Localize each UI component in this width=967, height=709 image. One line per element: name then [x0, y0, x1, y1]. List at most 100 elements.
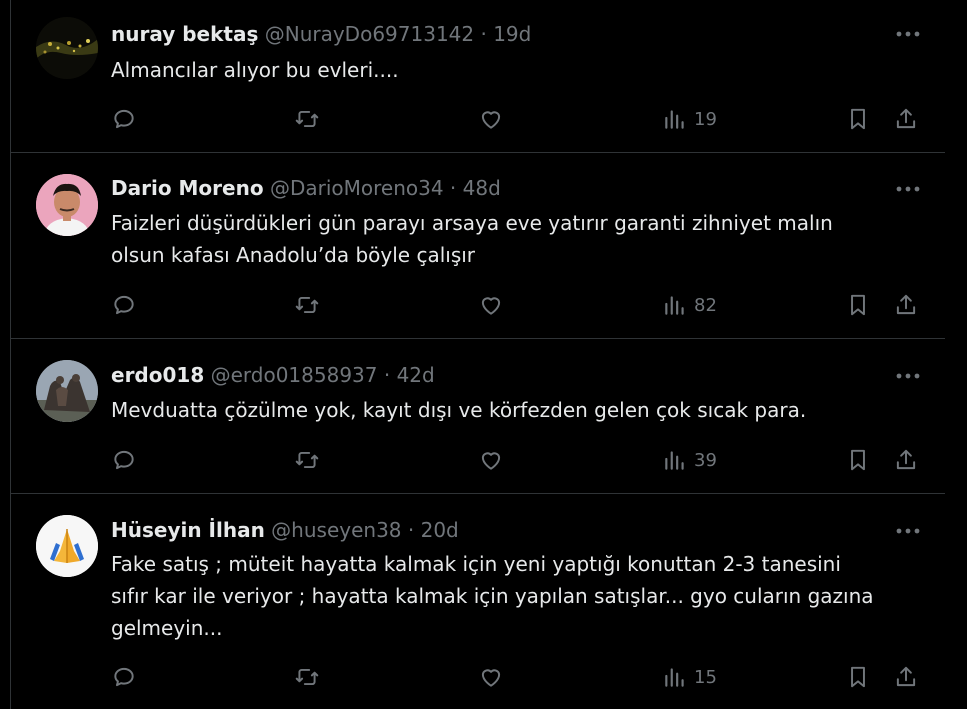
post[interactable]: erdo018 @erdo01858937 · 42d Mevduatta çö… — [11, 339, 946, 494]
reply-button[interactable] — [111, 290, 137, 320]
post-header: erdo018 @erdo01858937 · 42d — [111, 362, 435, 388]
post[interactable]: nuray bektaş @NurayDo69713142 · 19d Alma… — [11, 0, 946, 153]
separator: · — [449, 176, 457, 200]
share-icon — [896, 108, 916, 129]
views-count: 19 — [694, 108, 717, 130]
share-icon — [896, 449, 916, 470]
views-button[interactable]: 15 — [662, 662, 717, 692]
repost-icon — [295, 110, 319, 128]
reply-icon — [114, 295, 134, 315]
views-count: 15 — [694, 666, 717, 688]
display-name[interactable]: Dario Moreno — [111, 176, 264, 200]
views-icon — [665, 668, 684, 687]
action-bar: 82 — [11, 290, 946, 320]
share-button[interactable] — [893, 445, 919, 475]
avatar[interactable] — [36, 174, 98, 236]
display-name[interactable]: erdo018 — [111, 363, 204, 387]
action-bar: 19 — [11, 104, 946, 134]
bookmark-icon — [851, 108, 865, 130]
repost-button[interactable] — [294, 104, 320, 134]
repost-icon — [295, 296, 319, 314]
handle[interactable]: @huseyen38 — [271, 518, 401, 542]
repost-button[interactable] — [294, 445, 320, 475]
post[interactable]: Dario Moreno @DarioMoreno34 · 48d Faizle… — [11, 153, 946, 339]
bookmark-icon — [851, 449, 865, 471]
repost-button[interactable] — [294, 662, 320, 692]
action-bar: 39 — [11, 445, 946, 475]
avatar[interactable] — [36, 17, 98, 79]
separator: · — [383, 363, 391, 387]
more-icon — [896, 528, 920, 534]
post-header: Hüseyin İlhan @huseyen38 · 20d — [111, 517, 459, 543]
views-icon — [665, 110, 684, 129]
bookmark-icon — [851, 666, 865, 688]
like-icon — [481, 297, 501, 315]
share-icon — [896, 294, 916, 315]
separator: · — [480, 22, 487, 46]
like-button[interactable] — [478, 662, 504, 692]
share-button[interactable] — [893, 290, 919, 320]
more-button[interactable] — [894, 521, 922, 541]
display-name[interactable]: nuray bektaş — [111, 22, 258, 46]
more-icon — [896, 31, 920, 37]
avatar[interactable] — [36, 515, 98, 577]
views-icon — [665, 451, 684, 470]
avatar[interactable] — [36, 360, 98, 422]
share-icon — [896, 666, 916, 687]
views-icon — [665, 296, 684, 315]
avatar-image — [36, 174, 98, 236]
repost-button[interactable] — [294, 290, 320, 320]
like-button[interactable] — [478, 445, 504, 475]
post-text: Mevduatta çözülme yok, kayıt dışı ve kör… — [111, 398, 807, 422]
like-icon — [481, 111, 501, 129]
bookmark-button[interactable] — [845, 445, 871, 475]
reply-button[interactable] — [111, 104, 137, 134]
reply-button[interactable] — [111, 445, 137, 475]
more-icon — [896, 186, 920, 192]
like-button[interactable] — [478, 104, 504, 134]
avatar-image — [36, 360, 98, 422]
share-button[interactable] — [893, 662, 919, 692]
avatar-image — [36, 515, 98, 577]
post-age[interactable]: 20d — [421, 518, 459, 542]
reply-icon — [114, 450, 134, 470]
post-age[interactable]: 19d — [493, 22, 531, 46]
repost-icon — [295, 451, 319, 469]
like-button[interactable] — [478, 290, 504, 320]
handle[interactable]: @DarioMoreno34 — [270, 176, 444, 200]
timeline: nuray bektaş @NurayDo69713142 · 19d Alma… — [10, 0, 947, 709]
bookmark-button[interactable] — [845, 290, 871, 320]
post-age[interactable]: 48d — [463, 176, 501, 200]
more-button[interactable] — [894, 24, 922, 44]
share-button[interactable] — [893, 104, 919, 134]
like-icon — [481, 669, 501, 687]
action-bar: 15 — [11, 662, 946, 692]
more-button[interactable] — [894, 366, 922, 386]
post-text: Fake satış ; müteit hayatta kalmak için … — [111, 552, 874, 640]
post-text: Faizleri düşürdükleri gün parayı arsaya … — [111, 211, 833, 267]
reply-button[interactable] — [111, 662, 137, 692]
display-name[interactable]: Hüseyin İlhan — [111, 518, 265, 542]
like-icon — [481, 452, 501, 470]
views-count: 39 — [694, 449, 717, 471]
views-button[interactable]: 39 — [662, 445, 717, 475]
post-text: Almancılar alıyor bu evleri.... — [111, 58, 399, 82]
scroll-gutter — [945, 0, 967, 709]
views-button[interactable]: 82 — [662, 290, 717, 320]
more-button[interactable] — [894, 179, 922, 199]
handle[interactable]: @erdo01858937 — [211, 363, 378, 387]
post[interactable]: Hüseyin İlhan @huseyen38 · 20d Fake satı… — [11, 494, 946, 709]
avatar-image — [36, 17, 98, 79]
reply-icon — [114, 667, 134, 687]
repost-icon — [295, 668, 319, 686]
post-age[interactable]: 42d — [397, 363, 435, 387]
post-header: nuray bektaş @NurayDo69713142 · 19d — [111, 21, 531, 47]
bookmark-button[interactable] — [845, 662, 871, 692]
separator: · — [407, 518, 415, 542]
views-count: 82 — [694, 294, 717, 316]
reply-icon — [114, 109, 134, 129]
bookmark-button[interactable] — [845, 104, 871, 134]
handle[interactable]: @NurayDo69713142 — [265, 22, 474, 46]
views-button[interactable]: 19 — [662, 104, 717, 134]
bookmark-icon — [851, 294, 865, 316]
